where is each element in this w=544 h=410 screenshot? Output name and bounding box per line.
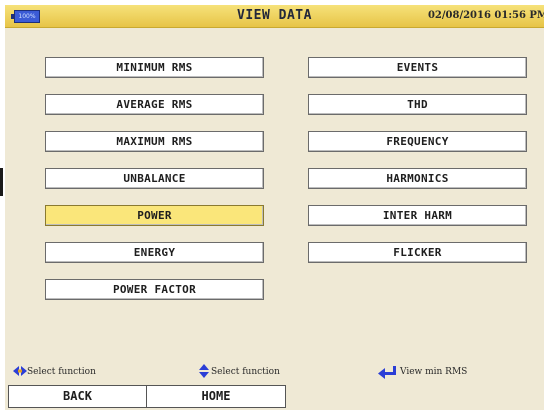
inter-harm-button[interactable]: INTER HARM	[308, 205, 527, 226]
hint-enter-text: View min RMS	[400, 367, 468, 377]
hint-enter: View min RMS	[378, 365, 528, 379]
flicker-button[interactable]: FLICKER	[308, 242, 527, 263]
back-button[interactable]: BACK	[8, 385, 147, 408]
enter-arrow-icon	[378, 366, 396, 379]
home-button[interactable]: HOME	[146, 385, 286, 408]
average-rms-button[interactable]: AVERAGE RMS	[45, 94, 264, 115]
frequency-button[interactable]: FREQUENCY	[308, 131, 527, 152]
hint-left-right: Select function	[13, 365, 163, 379]
events-button[interactable]: EVENTS	[308, 57, 527, 78]
power-button[interactable]: POWER	[45, 205, 264, 226]
power-factor-button[interactable]: POWER FACTOR	[45, 279, 264, 300]
left-right-arrow-icon	[13, 366, 27, 376]
up-down-arrow-icon	[199, 364, 209, 378]
unbalance-button[interactable]: UNBALANCE	[45, 168, 264, 189]
device-screen: 100% VIEW DATA 02/08/2016 01:56 PM MINIM…	[5, 5, 544, 410]
hint-left-right-text: Select function	[27, 367, 96, 377]
thd-button[interactable]: THD	[308, 94, 527, 115]
energy-button[interactable]: ENERGY	[45, 242, 264, 263]
date-time: 02/08/2016 01:56 PM	[427, 10, 544, 21]
title-bar: 100% VIEW DATA 02/08/2016 01:56 PM	[5, 5, 544, 28]
harmonics-button[interactable]: HARMONICS	[308, 168, 527, 189]
minimum-rms-button[interactable]: MINIMUM RMS	[45, 57, 264, 78]
hint-up-down: Select function	[199, 364, 349, 379]
maximum-rms-button[interactable]: MAXIMUM RMS	[45, 131, 264, 152]
hint-up-down-text: Select function	[211, 367, 280, 377]
side-marker	[0, 168, 3, 196]
